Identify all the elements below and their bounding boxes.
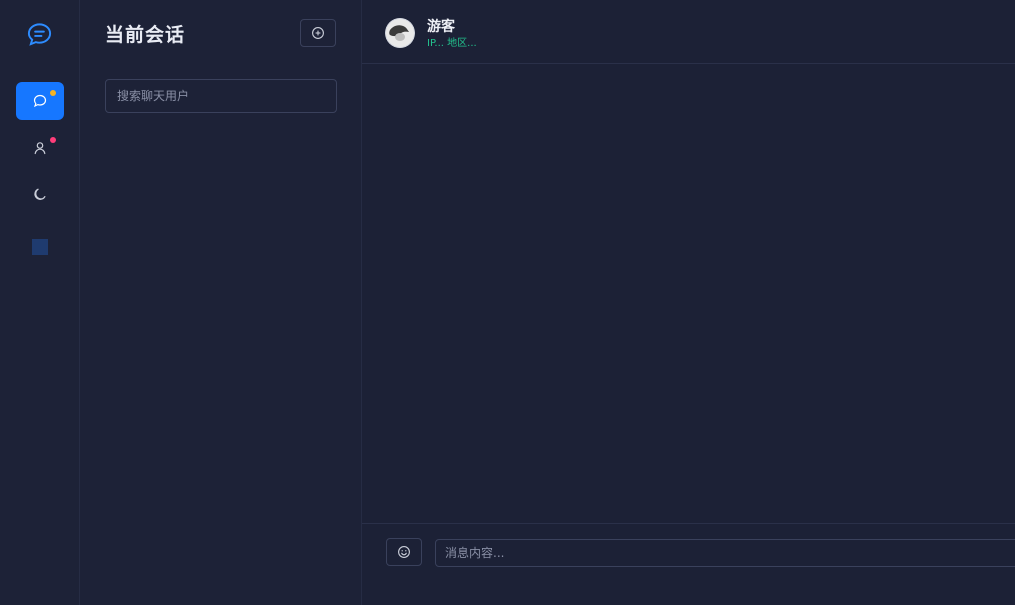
- message-composer: [362, 523, 1015, 605]
- search-input[interactable]: [105, 79, 337, 113]
- message-input[interactable]: [435, 539, 1015, 567]
- avatar[interactable]: [385, 18, 415, 48]
- conversation-panel: 当前会话: [80, 0, 362, 605]
- nav-contacts-button[interactable]: [16, 129, 64, 167]
- chat-icon: [33, 94, 47, 108]
- chat-user-location: IP... 地区...: [427, 38, 477, 49]
- nav-rail: [0, 0, 80, 605]
- moon-icon: [34, 188, 46, 200]
- emoji-button[interactable]: [386, 538, 422, 566]
- theme-toggle-button[interactable]: [16, 175, 64, 213]
- chat-bubble-icon[interactable]: [26, 21, 53, 48]
- panel-title: 当前会话: [105, 24, 186, 46]
- add-conversation-button[interactable]: [300, 19, 336, 47]
- chat-area: 游客 IP... 地区...: [362, 0, 1015, 605]
- nav-chat-button[interactable]: [16, 82, 64, 120]
- smile-icon: [398, 546, 410, 558]
- chat-header: 游客 IP... 地区...: [362, 0, 1015, 64]
- square-icon[interactable]: [32, 239, 48, 255]
- notification-badge: [50, 137, 56, 143]
- plus-circle-icon: [312, 27, 324, 39]
- chat-user-name: 游客: [427, 19, 455, 35]
- unread-badge: [50, 90, 56, 96]
- user-icon: [34, 142, 46, 155]
